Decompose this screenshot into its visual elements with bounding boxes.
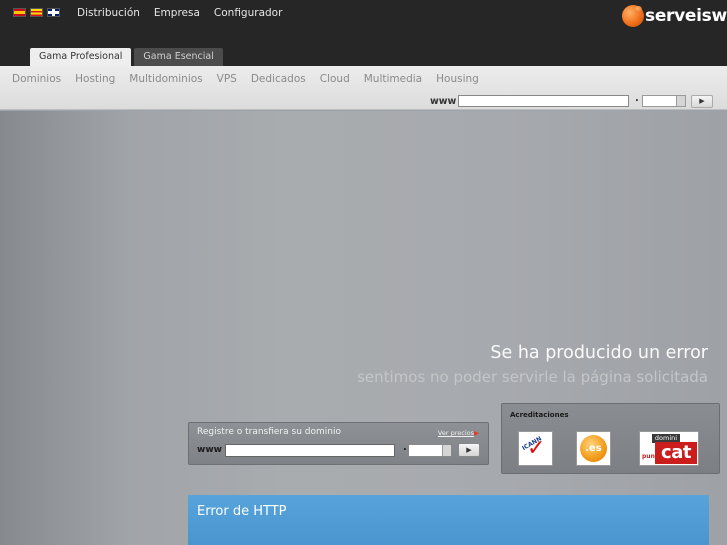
register-tld-dropdown-icon	[442, 445, 451, 456]
top-bar: Distribución Empresa Configurador servei…	[0, 0, 727, 66]
logo-text: serveisweb	[645, 6, 727, 26]
category-dedicados[interactable]: Dedicados	[251, 73, 306, 85]
puntcat-badge-icon[interactable]: domini punt cat	[639, 431, 699, 466]
category-hosting[interactable]: Hosting	[75, 73, 115, 85]
view-prices-link[interactable]: Ver precios	[438, 429, 474, 437]
register-domain-box: Registre o transfiera su dominio Ver pre…	[188, 422, 489, 465]
top-nav: Distribución Empresa Configurador	[77, 7, 282, 19]
puntcat-cat: cat	[655, 442, 697, 464]
english-flag-icon[interactable]	[47, 8, 60, 17]
register-go-button[interactable]: ▶	[458, 443, 480, 457]
logo[interactable]: serveisweb	[622, 5, 727, 27]
nav-distribucion[interactable]: Distribución	[77, 7, 140, 19]
register-dot: .	[403, 442, 407, 453]
category-cloud[interactable]: Cloud	[320, 73, 350, 85]
nav-configurador[interactable]: Configurador	[214, 7, 283, 19]
check-icon: ✓	[527, 436, 546, 461]
category-nav: Dominios Hosting Multidominios VPS Dedic…	[0, 66, 727, 110]
category-multimedia[interactable]: Multimedia	[364, 73, 422, 85]
tld-select[interactable]	[642, 95, 686, 107]
register-title: Registre o transfiera su dominio	[197, 427, 341, 437]
register-www-label: www	[197, 445, 222, 455]
logo-ball-icon	[622, 5, 644, 27]
tld-dropdown-icon	[676, 96, 685, 106]
www-label: www	[430, 96, 457, 107]
icann-badge-icon[interactable]: ICANN ✓	[518, 431, 553, 466]
dot-es-badge-icon[interactable]: .es	[576, 431, 611, 466]
register-domain-input[interactable]	[225, 444, 395, 457]
category-multidominios[interactable]: Multidominios	[129, 73, 202, 85]
category-vps[interactable]: VPS	[217, 73, 237, 85]
http-error-title: Error de HTTP	[197, 504, 287, 519]
dot-es-text: .es	[580, 435, 607, 462]
prices-arrow-icon: ▶	[474, 429, 479, 437]
main-content: Se ha producido un error sentimos no pod…	[0, 111, 727, 545]
language-selector	[13, 8, 60, 17]
tab-gama-profesional[interactable]: Gama Profesional	[30, 48, 132, 66]
error-subtitle: sentimos no poder servirle la página sol…	[357, 368, 708, 386]
category-dominios[interactable]: Dominios	[12, 73, 61, 85]
nav-empresa[interactable]: Empresa	[154, 7, 200, 19]
error-title: Se ha producido un error	[490, 343, 708, 363]
domain-search-button[interactable]: ▶	[691, 95, 713, 108]
catalan-flag-icon[interactable]	[30, 8, 43, 17]
http-error-panel: Error de HTTP	[188, 495, 709, 545]
domain-search-input[interactable]	[458, 95, 629, 107]
category-housing[interactable]: Housing	[436, 73, 479, 85]
tab-bar: Gama Profesional Gama Esencial	[30, 48, 223, 66]
domain-dot: .	[635, 93, 639, 104]
spanish-flag-icon[interactable]	[13, 8, 26, 17]
accreditations-box: Acreditaciones ICANN ✓ .es domini punt c…	[501, 403, 720, 474]
accreditations-title: Acreditaciones	[510, 411, 569, 419]
register-tld-select[interactable]	[408, 444, 452, 457]
tab-gama-esencial[interactable]: Gama Esencial	[134, 48, 223, 66]
